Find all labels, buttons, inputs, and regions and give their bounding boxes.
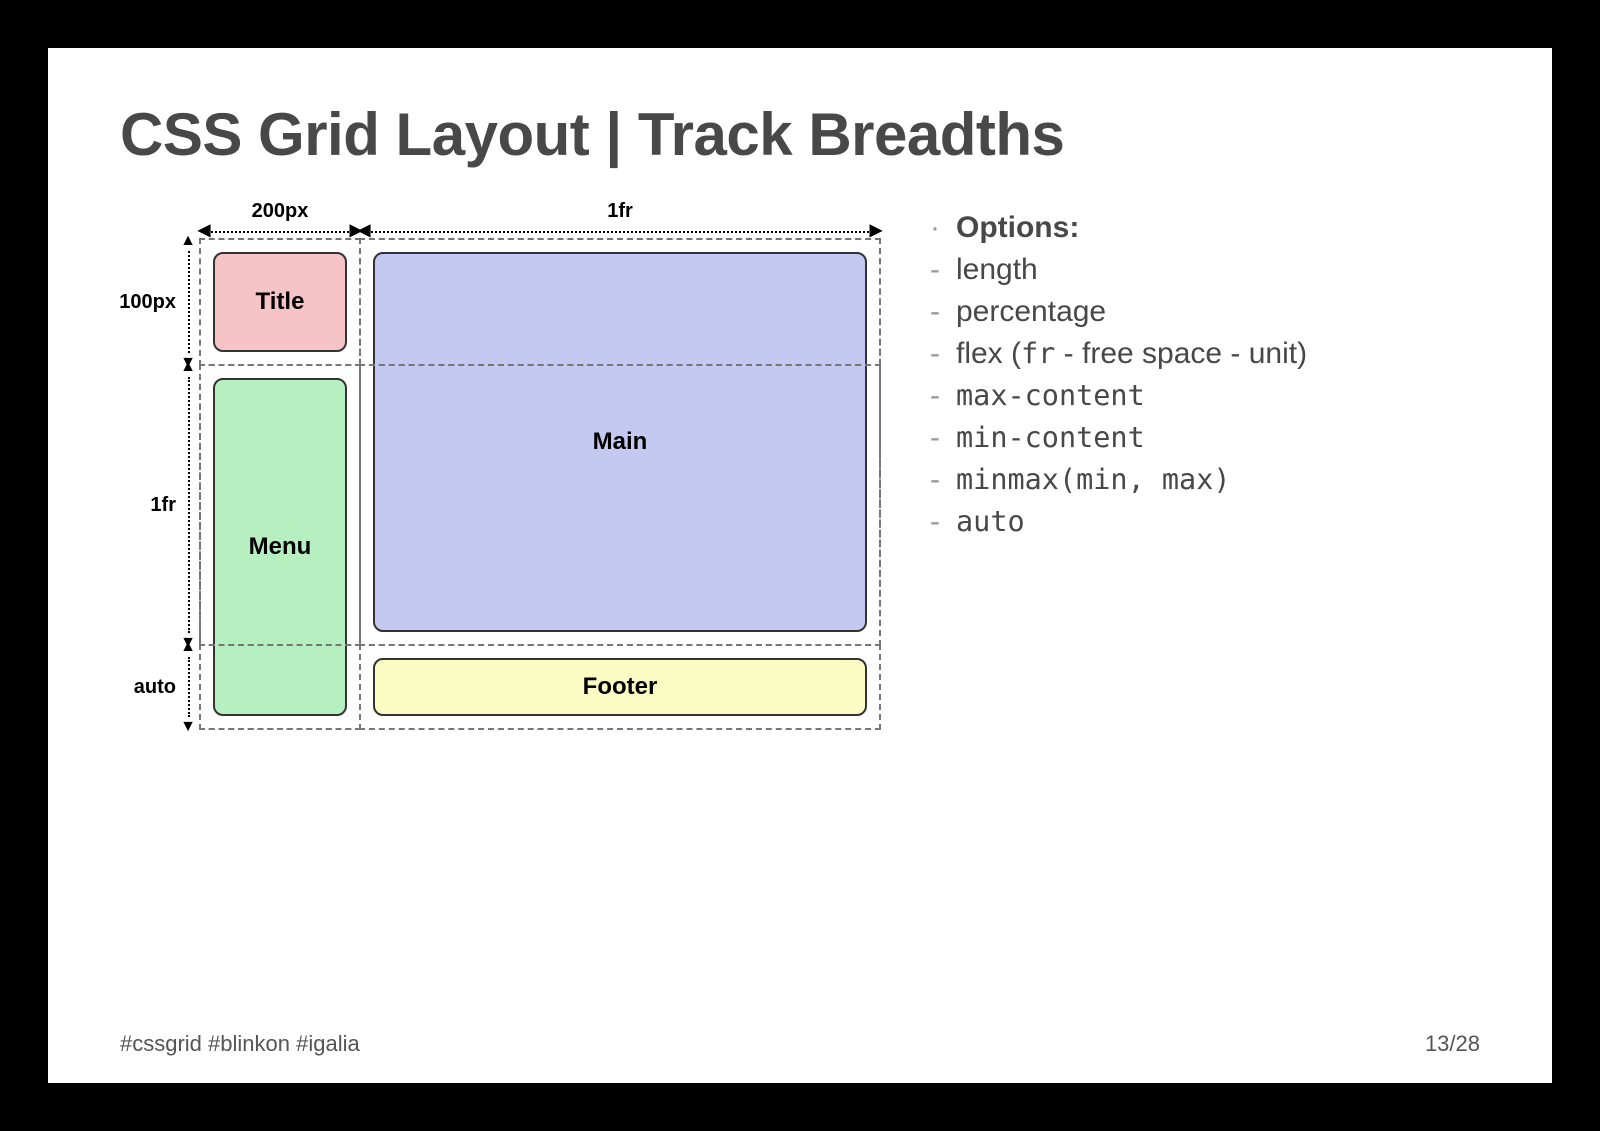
column-track-labels: 200px ◀ ▶ 1fr ◀ ▶ xyxy=(200,199,880,239)
bullet-dash-icon: - xyxy=(920,463,940,497)
grid-cell-main: Main xyxy=(359,238,881,646)
grid-diagram: 200px ◀ ▶ 1fr ◀ ▶ xyxy=(120,199,880,729)
bullet-dash-icon: - xyxy=(920,505,940,539)
row-label-2-text: 1fr xyxy=(150,494,176,517)
row-arrow-3: ▲ ▼ xyxy=(180,649,196,725)
options-item: -length xyxy=(920,253,1480,287)
options-item-text: minmax(min, max) xyxy=(956,463,1231,497)
options-item-code: fr xyxy=(1021,337,1055,370)
row-label-3-text: auto xyxy=(134,676,176,699)
options-item: -auto xyxy=(920,505,1480,539)
grid-cell-title: Title xyxy=(199,238,361,366)
options-item-code: auto xyxy=(956,505,1025,538)
grid-area-title: Title xyxy=(213,252,347,352)
col-label-2: 1fr ◀ ▶ xyxy=(360,200,880,239)
options-list: · Options: -length-percentage-flex (fr -… xyxy=(920,199,1480,729)
slide-body: 200px ◀ ▶ 1fr ◀ ▶ xyxy=(120,199,1480,729)
options-item-text: max-content xyxy=(956,379,1145,413)
col-label-1-text: 200px xyxy=(200,200,360,223)
slide-stage: CSS Grid Layout | Track Breadths 200px ◀… xyxy=(0,0,1600,1131)
row-label-3: auto ▲ ▼ xyxy=(120,645,200,729)
row-label-2: 1fr ▲ ▼ xyxy=(120,365,200,645)
bullet-dash-icon: - xyxy=(920,337,940,371)
hashtags: #cssgrid #blinkon #igalia xyxy=(120,1031,360,1057)
options-item: -percentage xyxy=(920,295,1480,329)
options-item: -min-content xyxy=(920,421,1480,455)
options-item-code: max-content xyxy=(956,379,1145,412)
options-item: -minmax(min, max) xyxy=(920,463,1480,497)
options-item-text: flex (fr - free space - unit) xyxy=(956,337,1307,371)
bullet-dash-icon: - xyxy=(920,421,940,455)
options-item-text: auto xyxy=(956,505,1025,539)
col-arrow-2: ◀ ▶ xyxy=(360,223,880,239)
bullet-dot-icon: · xyxy=(920,211,940,245)
grid-area-main: Main xyxy=(373,252,867,632)
bullet-dash-icon: - xyxy=(920,253,940,287)
bullet-dash-icon: - xyxy=(920,295,940,329)
col-label-2-text: 1fr xyxy=(360,200,880,223)
options-item-text: min-content xyxy=(956,421,1145,455)
options-item-text: length xyxy=(956,253,1038,287)
col-arrow-1: ◀ ▶ xyxy=(200,223,360,239)
grid-area-footer: Footer xyxy=(373,658,867,716)
options-item-code: min-content xyxy=(956,421,1145,454)
options-heading-text: Options: xyxy=(956,211,1079,245)
grid-area-menu: Menu xyxy=(213,378,347,716)
bullet-dash-icon: - xyxy=(920,379,940,413)
row-track-labels: 100px ▲ ▼ 1fr ▲ ▼ auto xyxy=(120,239,200,729)
row-arrow-2: ▲ ▼ xyxy=(180,369,196,641)
options-item: -flex (fr - free space - unit) xyxy=(920,337,1480,371)
slide: CSS Grid Layout | Track Breadths 200px ◀… xyxy=(48,48,1552,1083)
row-label-1-text: 100px xyxy=(119,291,176,314)
col-label-1: 200px ◀ ▶ xyxy=(200,200,360,239)
slide-title: CSS Grid Layout | Track Breadths xyxy=(120,100,1480,169)
grid-cell-menu: Menu xyxy=(199,364,361,730)
options-item: -max-content xyxy=(920,379,1480,413)
grid-example: Title Menu Main Footer xyxy=(200,239,880,729)
options-item-code: minmax(min, max) xyxy=(956,463,1231,496)
page-indicator: 13/28 xyxy=(1425,1031,1480,1057)
slide-footer: #cssgrid #blinkon #igalia 13/28 xyxy=(120,1031,1480,1057)
row-label-1: 100px ▲ ▼ xyxy=(120,239,200,365)
options-heading: · Options: xyxy=(920,211,1480,245)
row-arrow-1: ▲ ▼ xyxy=(180,243,196,361)
grid-cell-footer: Footer xyxy=(359,644,881,730)
options-item-text: percentage xyxy=(956,295,1106,329)
